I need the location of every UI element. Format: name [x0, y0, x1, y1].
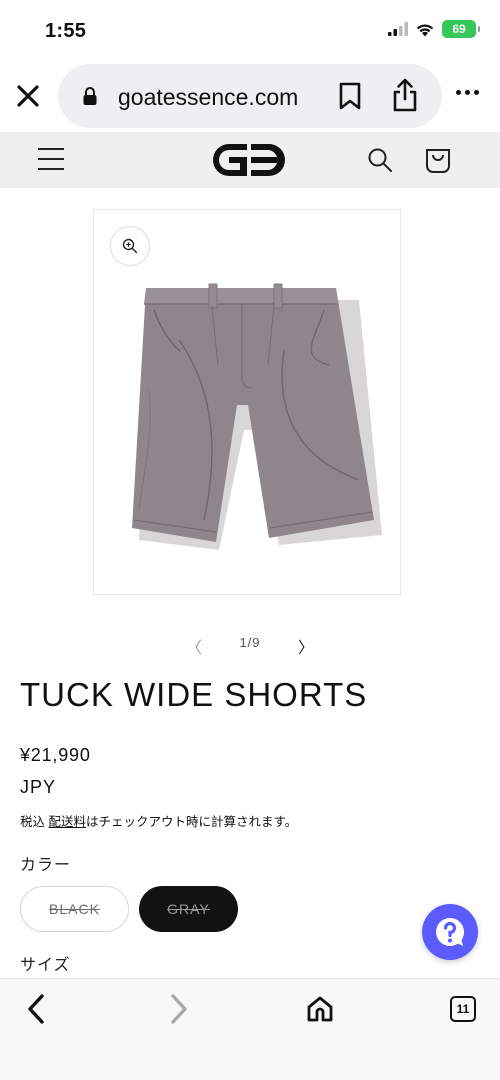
site-logo[interactable]: [209, 140, 289, 185]
tax-suffix: はチェックアウト時に計算されます。: [86, 815, 298, 829]
close-button[interactable]: [14, 82, 42, 110]
help-chat-button[interactable]: [422, 904, 478, 960]
wide-shorts-product-image: [132, 283, 382, 550]
share-button[interactable]: [392, 78, 418, 117]
goat-essence-logo: [213, 144, 285, 176]
search-button[interactable]: [367, 147, 393, 178]
chevron-right-icon[interactable]: 〉: [298, 634, 314, 658]
lock-icon: [83, 87, 97, 105]
variant-gray-button[interactable]: GRAY: [139, 886, 238, 932]
cart-button[interactable]: [424, 146, 452, 179]
battery-level: 69: [452, 22, 466, 36]
menu-button[interactable]: [38, 148, 64, 172]
more-icon: [456, 90, 461, 95]
share-icon: [393, 78, 417, 112]
forward-arrow-icon: [171, 994, 187, 1024]
back-arrow-icon: [28, 994, 44, 1024]
hamburger-menu-icon: [38, 148, 64, 150]
cart-bag-icon: [426, 149, 450, 173]
wifi-icon: [416, 23, 434, 36]
shipping-link[interactable]: 配送料: [48, 815, 86, 829]
color-label: カラー: [20, 857, 72, 874]
status-bar: 1:55 69: [0, 0, 500, 62]
question-mark-chat-icon: [436, 918, 465, 946]
forward-button[interactable]: [165, 993, 191, 1030]
address-bar[interactable]: goatessence.com: [58, 64, 442, 128]
url-text: goatessence.com: [118, 84, 299, 110]
home-icon: [307, 996, 333, 1022]
tabs-button[interactable]: 11: [450, 996, 476, 1022]
home-button[interactable]: [306, 995, 334, 1028]
status-time: 1:55: [45, 20, 87, 42]
product-title: TUCK WIDE SHORTS: [20, 676, 368, 713]
zoom-button[interactable]: [110, 226, 150, 266]
zoom-in-icon: [122, 238, 138, 254]
image-pagination: 〈 1/9 〉: [0, 630, 500, 657]
status-icons: 69: [388, 20, 480, 38]
tax-note: 税込 配送料はチェックアウト時に計算されます。: [20, 811, 297, 830]
search-icon: [368, 148, 392, 172]
price-currency: JPY: [20, 777, 57, 797]
variant-black-button[interactable]: BLACK: [20, 886, 129, 932]
chevron-left-icon[interactable]: 〈: [186, 634, 202, 658]
site-header: [0, 132, 500, 188]
browser-bar: goatessence.com: [0, 62, 500, 132]
image-counter: 1/9: [239, 635, 261, 650]
cellular-signal-icon: [388, 22, 408, 36]
product-price: ¥21,990: [20, 745, 91, 765]
tax-prefix: 税込: [20, 815, 49, 829]
more-button[interactable]: [456, 90, 479, 95]
size-label: サイズ: [20, 957, 71, 974]
battery-charging-icon: 69: [442, 20, 480, 38]
browser-toolbar: 11: [0, 978, 500, 1080]
bookmark-button[interactable]: [338, 82, 362, 115]
close-icon: [17, 85, 39, 107]
product-image-gallery[interactable]: [93, 209, 401, 595]
back-button[interactable]: [24, 993, 50, 1030]
bookmark-icon: [339, 82, 361, 110]
